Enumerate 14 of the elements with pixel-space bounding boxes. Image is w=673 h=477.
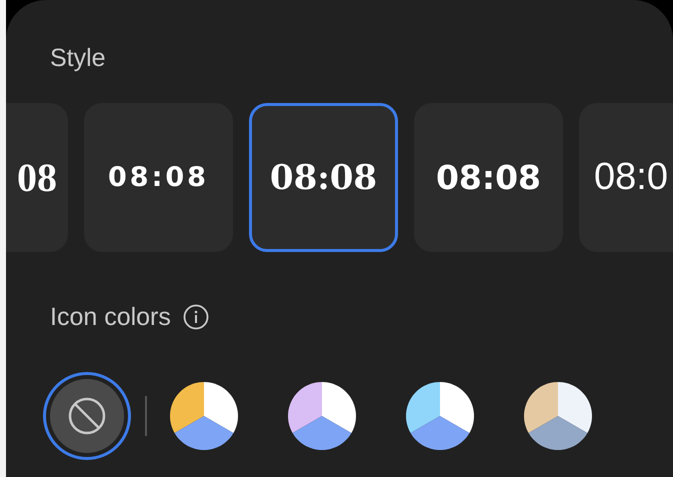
color-swatch[interactable] [167, 379, 241, 453]
clock-style-option[interactable]: 08 [6, 103, 68, 252]
color-swatch[interactable] [285, 379, 359, 453]
clock-style-option[interactable]: 08:0 [579, 103, 673, 252]
prohibited-icon [68, 397, 106, 435]
no-color-button[interactable] [43, 372, 131, 460]
section-title: Icon colors [50, 302, 171, 333]
clock-style-option[interactable]: 08:08 [249, 103, 398, 252]
color-swatch[interactable] [403, 379, 477, 453]
color-swatch[interactable] [521, 379, 595, 453]
clock-style-option[interactable]: 08:08 [414, 103, 563, 252]
clock-style-option[interactable]: 08:08 [84, 103, 233, 252]
section-title: Style [50, 44, 106, 72]
info-icon[interactable] [182, 304, 209, 330]
